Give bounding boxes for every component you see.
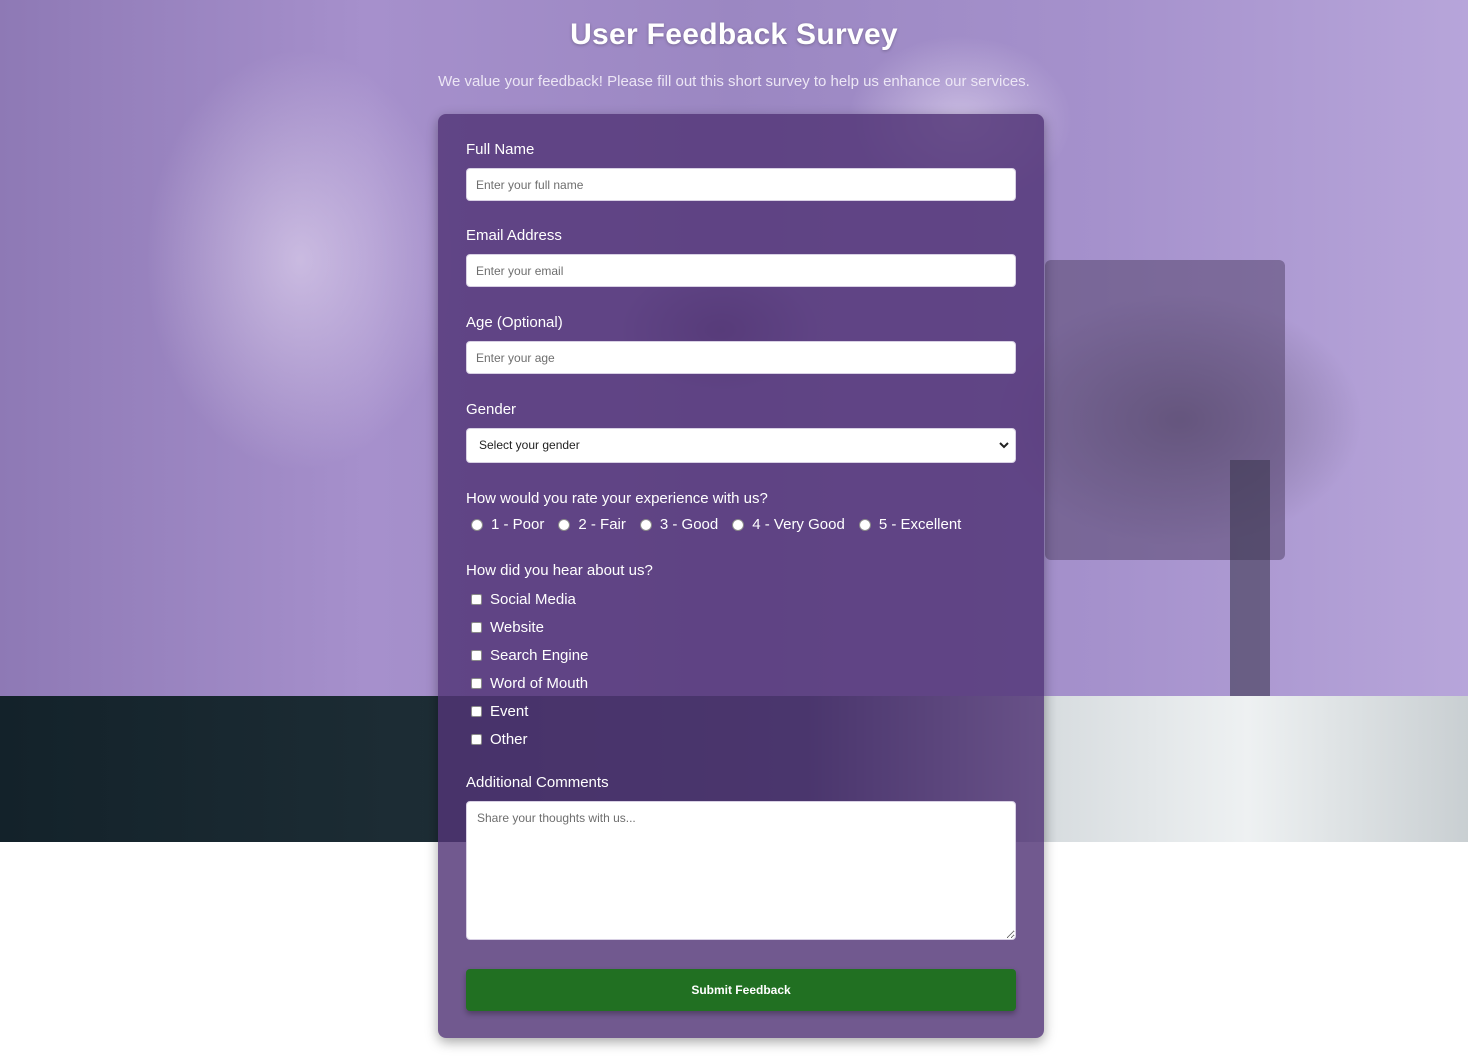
source-option-label: Website bbox=[490, 618, 544, 636]
chevron-down-icon bbox=[999, 429, 1009, 476]
source-group: How did you hear about us? Social Media … bbox=[466, 562, 1016, 753]
rating-option[interactable]: 4 - Very Good bbox=[727, 516, 845, 533]
page-subtitle: We value your feedback! Please fill out … bbox=[438, 73, 1030, 90]
rating-option-label: 3 - Good bbox=[659, 516, 719, 533]
radio-button[interactable] bbox=[639, 518, 652, 531]
radio-button[interactable] bbox=[858, 518, 871, 531]
rating-option[interactable]: 1 - Poor bbox=[466, 516, 544, 533]
email-label: Email Address bbox=[466, 227, 562, 244]
source-option[interactable]: Search Engine bbox=[466, 641, 1016, 669]
rating-option[interactable]: 2 - Fair bbox=[553, 516, 626, 533]
source-option[interactable]: Website bbox=[466, 613, 1016, 641]
rating-options: 1 - Poor 2 - Fair 3 - Good 4 - Very Good… bbox=[466, 516, 1016, 533]
submit-group: Submit Feedback bbox=[466, 969, 1016, 1011]
checkbox[interactable] bbox=[471, 649, 482, 661]
full-name-label: Full Name bbox=[466, 141, 535, 158]
checkbox[interactable] bbox=[471, 677, 482, 689]
age-group: Age (Optional) bbox=[466, 314, 1016, 374]
gender-select[interactable]: Select your gender bbox=[466, 428, 1016, 463]
source-option[interactable]: Word of Mouth bbox=[466, 669, 1016, 697]
comments-label: Additional Comments bbox=[466, 774, 609, 791]
full-name-input[interactable] bbox=[466, 168, 1016, 201]
age-input[interactable] bbox=[466, 341, 1016, 374]
radio-button[interactable] bbox=[732, 518, 745, 531]
source-option-label: Event bbox=[490, 702, 529, 720]
radio-button[interactable] bbox=[471, 518, 483, 531]
source-option-label: Word of Mouth bbox=[490, 674, 589, 692]
source-label: How did you hear about us? bbox=[466, 562, 653, 579]
rating-label: How would you rate your experience with … bbox=[466, 490, 768, 507]
comments-group: Additional Comments bbox=[466, 774, 1016, 940]
rating-group: How would you rate your experience with … bbox=[466, 490, 1016, 533]
comments-textarea[interactable] bbox=[466, 801, 1016, 940]
email-input[interactable] bbox=[466, 254, 1016, 287]
rating-option-label: 2 - Fair bbox=[578, 516, 626, 533]
submit-feedback-button[interactable]: Submit Feedback bbox=[466, 969, 1016, 1011]
source-option[interactable]: Other bbox=[466, 725, 1016, 753]
full-name-group: Full Name bbox=[466, 141, 1016, 201]
rating-option-label: 1 - Poor bbox=[491, 516, 545, 533]
source-option-label: Social Media bbox=[490, 590, 576, 608]
source-option-label: Search Engine bbox=[490, 646, 589, 664]
radio-button[interactable] bbox=[558, 518, 571, 531]
email-group: Email Address bbox=[466, 227, 1016, 287]
checkbox[interactable] bbox=[471, 621, 482, 633]
rating-option-label: 4 - Very Good bbox=[752, 516, 845, 533]
checkbox[interactable] bbox=[471, 733, 482, 745]
page-title: User Feedback Survey bbox=[570, 18, 898, 51]
checkbox[interactable] bbox=[471, 593, 482, 605]
feedback-form: Full Name Email Address Age (Optional) G… bbox=[438, 114, 1044, 1038]
checkbox[interactable] bbox=[471, 705, 482, 717]
source-option[interactable]: Event bbox=[466, 697, 1016, 725]
survey-page: User Feedback Survey We value your feedb… bbox=[0, 0, 1468, 1056]
source-option[interactable]: Social Media bbox=[466, 585, 1016, 613]
source-option-label: Other bbox=[490, 730, 528, 748]
gender-group: Gender Select your gender bbox=[466, 401, 1016, 463]
rating-option[interactable]: 5 - Excellent bbox=[854, 516, 962, 533]
rating-option-label: 5 - Excellent bbox=[878, 516, 962, 533]
gender-label: Gender bbox=[466, 401, 517, 418]
age-label: Age (Optional) bbox=[466, 314, 563, 331]
gender-select-value: Select your gender bbox=[479, 438, 580, 452]
rating-option[interactable]: 3 - Good bbox=[635, 516, 718, 533]
